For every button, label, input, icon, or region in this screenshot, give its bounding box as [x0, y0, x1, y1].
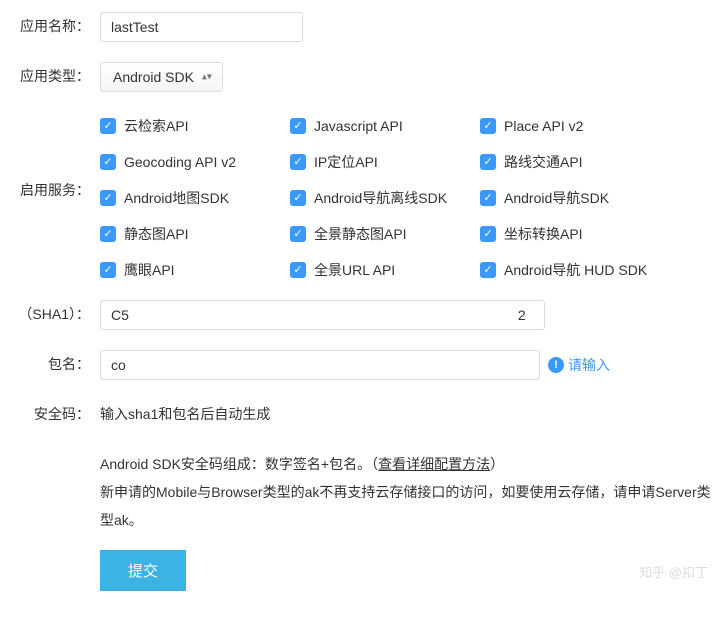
checkbox-checked-icon: ✓ — [290, 190, 306, 206]
service-label: 全景URL API — [314, 260, 395, 280]
service-checkbox-item[interactable]: ✓ Android地图SDK — [100, 188, 290, 208]
config-detail-link[interactable]: 查看详细配置方法 — [378, 456, 490, 472]
submit-button[interactable]: 提交 — [100, 550, 186, 591]
checkbox-checked-icon: ✓ — [290, 118, 306, 134]
checkbox-checked-icon: ✓ — [290, 262, 306, 278]
checkbox-checked-icon: ✓ — [100, 154, 116, 170]
service-checkbox-item[interactable]: ✓ 路线交通API — [480, 152, 670, 172]
service-checkbox-item[interactable]: ✓ Android导航SDK — [480, 188, 670, 208]
service-checkbox-item[interactable]: ✓ 静态图API — [100, 224, 290, 244]
service-checkbox-item[interactable]: ✓ Javascript API — [290, 116, 480, 136]
desc-line1-b: ） — [490, 456, 504, 472]
label-services: 启用服务： — [0, 110, 100, 200]
service-label: 鹰眼API — [124, 260, 175, 280]
service-label: IP定位API — [314, 152, 378, 172]
service-checkbox-item[interactable]: ✓ Geocoding API v2 — [100, 152, 290, 172]
service-label: Android地图SDK — [124, 188, 229, 208]
service-label: 全景静态图API — [314, 224, 407, 244]
service-checkbox-item[interactable]: ✓ 鹰眼API — [100, 260, 290, 280]
checkbox-checked-icon: ✓ — [480, 262, 496, 278]
label-security: 安全码： — [0, 398, 100, 424]
checkbox-checked-icon: ✓ — [480, 154, 496, 170]
description-block: Android SDK安全码组成：数字签名+包名。（查看详细配置方法） 新申请的… — [100, 450, 720, 534]
service-checkbox-item[interactable]: ✓ IP定位API — [290, 152, 480, 172]
service-checkbox-item[interactable]: ✓ 坐标转换API — [480, 224, 670, 244]
service-label: Android导航SDK — [504, 188, 609, 208]
info-icon: ! — [548, 357, 564, 373]
service-label: 静态图API — [124, 224, 189, 244]
app-type-value: Android SDK — [113, 69, 194, 85]
package-input[interactable] — [100, 350, 540, 380]
checkbox-checked-icon: ✓ — [100, 190, 116, 206]
checkbox-checked-icon: ✓ — [480, 226, 496, 242]
checkbox-checked-icon: ✓ — [100, 262, 116, 278]
checkbox-checked-icon: ✓ — [480, 118, 496, 134]
service-label: 路线交通API — [504, 152, 583, 172]
service-checkbox-item[interactable]: ✓ 全景静态图API — [290, 224, 480, 244]
app-type-select[interactable]: Android SDK ▴▾ — [100, 62, 223, 92]
service-checkbox-item[interactable]: ✓ 全景URL API — [290, 260, 480, 280]
checkbox-checked-icon: ✓ — [290, 226, 306, 242]
label-app-name: 应用名称： — [0, 10, 100, 36]
app-name-input[interactable] — [100, 12, 303, 42]
service-label: Javascript API — [314, 118, 403, 134]
desc-line1-a: Android SDK安全码组成：数字签名+包名。（ — [100, 456, 378, 472]
checkbox-checked-icon: ✓ — [480, 190, 496, 206]
service-label: Android导航 HUD SDK — [504, 260, 647, 280]
service-label: Android导航离线SDK — [314, 188, 447, 208]
label-app-type: 应用类型： — [0, 60, 100, 86]
sha1-input[interactable] — [100, 300, 545, 330]
package-hint: 请输入 — [568, 355, 610, 375]
security-text: 输入sha1和包名后自动生成 — [100, 400, 720, 424]
checkbox-checked-icon: ✓ — [290, 154, 306, 170]
checkbox-checked-icon: ✓ — [100, 118, 116, 134]
service-checkbox-item[interactable]: ✓ Android导航 HUD SDK — [480, 260, 670, 280]
service-checkbox-item[interactable]: ✓ Place API v2 — [480, 116, 670, 136]
service-checkbox-item[interactable]: ✓ 云检索API — [100, 116, 290, 136]
label-sha1: （SHA1）： — [0, 298, 100, 324]
service-label: 云检索API — [124, 116, 189, 136]
service-checkbox-item[interactable]: ✓ Android导航离线SDK — [290, 188, 480, 208]
chevron-updown-icon: ▴▾ — [202, 72, 212, 83]
desc-line2: 新申请的Mobile与Browser类型的ak不再支持云存储接口的访问，如要使用… — [100, 478, 720, 534]
label-package: 包名： — [0, 348, 100, 374]
checkbox-checked-icon: ✓ — [100, 226, 116, 242]
service-label: Geocoding API v2 — [124, 154, 236, 170]
service-label: 坐标转换API — [504, 224, 583, 244]
service-label: Place API v2 — [504, 118, 583, 134]
